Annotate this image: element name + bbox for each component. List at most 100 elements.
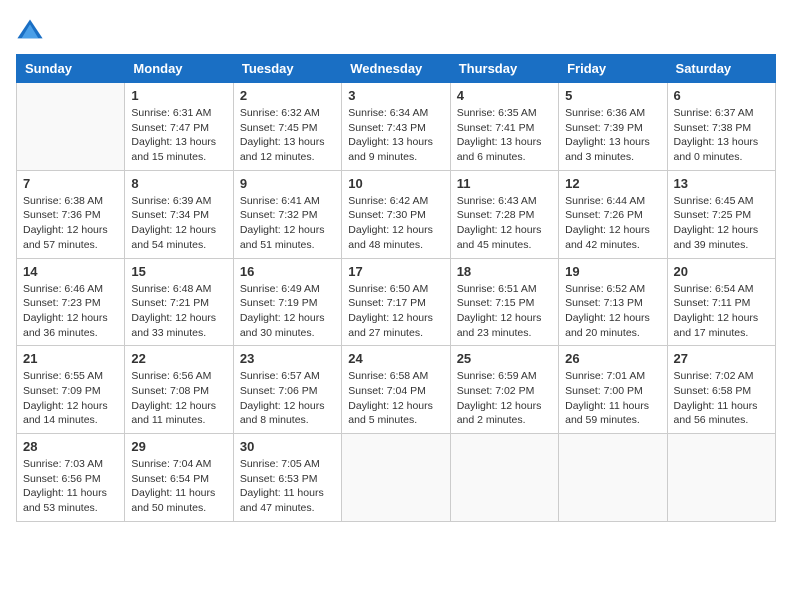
day-number: 14 [23, 264, 118, 279]
day-info: Sunrise: 7:01 AMSunset: 7:00 PMDaylight:… [565, 369, 660, 428]
calendar-cell: 9 Sunrise: 6:41 AMSunset: 7:32 PMDaylight… [233, 170, 341, 258]
calendar-cell: 13Sunrise: 6:45 AMSunset: 7:25 PMDayligh… [667, 170, 775, 258]
calendar-cell: 27 Sunrise: 7:02 AMSunset: 6:58 PMDayligh… [667, 346, 775, 434]
day-number: 18 [457, 264, 552, 279]
calendar-week-row: 14Sunrise: 6:46 AMSunset: 7:23 PMDayligh… [17, 258, 776, 346]
day-number: 24 [348, 351, 443, 366]
day-number: 2 [240, 88, 335, 103]
day-info: Sunrise: 6:35 AMSunset: 7:41 PMDaylight:… [457, 106, 552, 165]
calendar-cell [667, 434, 775, 522]
calendar-cell: 7 Sunrise: 6:38 AMSunset: 7:36 PMDaylight… [17, 170, 125, 258]
day-info: Sunrise: 6:48 AMSunset: 7:21 PMDaylight:… [131, 282, 226, 341]
day-number: 4 [457, 88, 552, 103]
calendar-cell [342, 434, 450, 522]
day-number: 11 [457, 176, 552, 191]
day-number: 17 [348, 264, 443, 279]
weekday-header: Tuesday [233, 55, 341, 83]
day-number: 3 [348, 88, 443, 103]
day-number: 16 [240, 264, 335, 279]
day-number: 25 [457, 351, 552, 366]
calendar-cell: 22 Sunrise: 6:56 AMSunset: 7:08 PMDayligh… [125, 346, 233, 434]
day-info: Sunrise: 6:56 AMSunset: 7:08 PMDaylight:… [131, 369, 226, 428]
calendar-cell: 28 Sunrise: 7:03 AMSunset: 6:56 PMDayligh… [17, 434, 125, 522]
day-info: Sunrise: 6:38 AMSunset: 7:36 PMDaylight:… [23, 194, 118, 253]
day-info: Sunrise: 6:52 AMSunset: 7:13 PMDaylight:… [565, 282, 660, 341]
day-info: Sunrise: 6:57 AMSunset: 7:06 PMDaylight:… [240, 369, 335, 428]
day-number: 29 [131, 439, 226, 454]
calendar-cell: 4 Sunrise: 6:35 AMSunset: 7:41 PMDaylight… [450, 83, 558, 171]
calendar-cell [17, 83, 125, 171]
calendar-cell: 11 Sunrise: 6:43 AMSunset: 7:28 PMDayligh… [450, 170, 558, 258]
day-number: 27 [674, 351, 769, 366]
calendar-cell: 30 Sunrise: 7:05 AMSunset: 6:53 PMDayligh… [233, 434, 341, 522]
calendar-week-row: 21 Sunrise: 6:55 AMSunset: 7:09 PMDayligh… [17, 346, 776, 434]
calendar-cell: 5Sunrise: 6:36 AMSunset: 7:39 PMDaylight… [559, 83, 667, 171]
day-number: 7 [23, 176, 118, 191]
day-info: Sunrise: 6:59 AMSunset: 7:02 PMDaylight:… [457, 369, 552, 428]
weekday-header: Sunday [17, 55, 125, 83]
logo-icon [16, 16, 44, 44]
calendar-cell: 16 Sunrise: 6:49 AMSunset: 7:19 PMDayligh… [233, 258, 341, 346]
weekday-header: Friday [559, 55, 667, 83]
day-number: 22 [131, 351, 226, 366]
day-number: 5 [565, 88, 660, 103]
calendar-header-row: SundayMondayTuesdayWednesdayThursdayFrid… [17, 55, 776, 83]
day-number: 12 [565, 176, 660, 191]
day-info: Sunrise: 6:50 AMSunset: 7:17 PMDaylight:… [348, 282, 443, 341]
day-info: Sunrise: 7:02 AMSunset: 6:58 PMDaylight:… [674, 369, 769, 428]
day-info: Sunrise: 7:03 AMSunset: 6:56 PMDaylight:… [23, 457, 118, 516]
day-info: Sunrise: 6:39 AMSunset: 7:34 PMDaylight:… [131, 194, 226, 253]
calendar-cell [450, 434, 558, 522]
calendar-cell: 25 Sunrise: 6:59 AMSunset: 7:02 PMDayligh… [450, 346, 558, 434]
day-info: Sunrise: 7:04 AMSunset: 6:54 PMDaylight:… [131, 457, 226, 516]
day-number: 8 [131, 176, 226, 191]
calendar-cell: 26 Sunrise: 7:01 AMSunset: 7:00 PMDayligh… [559, 346, 667, 434]
day-number: 28 [23, 439, 118, 454]
day-number: 1 [131, 88, 226, 103]
day-info: Sunrise: 6:41 AMSunset: 7:32 PMDaylight:… [240, 194, 335, 253]
day-number: 21 [23, 351, 118, 366]
calendar-cell: 15 Sunrise: 6:48 AMSunset: 7:21 PMDayligh… [125, 258, 233, 346]
calendar-cell: 20 Sunrise: 6:54 AMSunset: 7:11 PMDayligh… [667, 258, 775, 346]
weekday-header: Monday [125, 55, 233, 83]
day-info: Sunrise: 7:05 AMSunset: 6:53 PMDaylight:… [240, 457, 335, 516]
day-number: 30 [240, 439, 335, 454]
calendar-cell [559, 434, 667, 522]
day-info: Sunrise: 6:54 AMSunset: 7:11 PMDaylight:… [674, 282, 769, 341]
day-number: 26 [565, 351, 660, 366]
day-info: Sunrise: 6:32 AMSunset: 7:45 PMDaylight:… [240, 106, 335, 165]
day-number: 20 [674, 264, 769, 279]
calendar-cell: 24 Sunrise: 6:58 AMSunset: 7:04 PMDayligh… [342, 346, 450, 434]
day-info: Sunrise: 6:45 AMSunset: 7:25 PMDaylight:… [674, 194, 769, 253]
calendar-cell: 29 Sunrise: 7:04 AMSunset: 6:54 PMDayligh… [125, 434, 233, 522]
day-number: 6 [674, 88, 769, 103]
calendar-week-row: 7 Sunrise: 6:38 AMSunset: 7:36 PMDaylight… [17, 170, 776, 258]
weekday-header: Saturday [667, 55, 775, 83]
calendar-cell: 8 Sunrise: 6:39 AMSunset: 7:34 PMDaylight… [125, 170, 233, 258]
day-info: Sunrise: 6:43 AMSunset: 7:28 PMDaylight:… [457, 194, 552, 253]
day-number: 23 [240, 351, 335, 366]
day-info: Sunrise: 6:55 AMSunset: 7:09 PMDaylight:… [23, 369, 118, 428]
day-number: 9 [240, 176, 335, 191]
day-number: 15 [131, 264, 226, 279]
calendar-cell: 6 Sunrise: 6:37 AMSunset: 7:38 PMDaylight… [667, 83, 775, 171]
day-info: Sunrise: 6:49 AMSunset: 7:19 PMDaylight:… [240, 282, 335, 341]
calendar-week-row: 28 Sunrise: 7:03 AMSunset: 6:56 PMDayligh… [17, 434, 776, 522]
day-number: 19 [565, 264, 660, 279]
day-info: Sunrise: 6:58 AMSunset: 7:04 PMDaylight:… [348, 369, 443, 428]
calendar-cell: 1 Sunrise: 6:31 AMSunset: 7:47 PMDaylight… [125, 83, 233, 171]
day-info: Sunrise: 6:31 AMSunset: 7:47 PMDaylight:… [131, 106, 226, 165]
calendar-cell: 18Sunrise: 6:51 AMSunset: 7:15 PMDayligh… [450, 258, 558, 346]
day-info: Sunrise: 6:44 AMSunset: 7:26 PMDaylight:… [565, 194, 660, 253]
calendar-cell: 23 Sunrise: 6:57 AMSunset: 7:06 PMDayligh… [233, 346, 341, 434]
day-info: Sunrise: 6:37 AMSunset: 7:38 PMDaylight:… [674, 106, 769, 165]
calendar-cell: 21 Sunrise: 6:55 AMSunset: 7:09 PMDayligh… [17, 346, 125, 434]
calendar-cell: 10 Sunrise: 6:42 AMSunset: 7:30 PMDayligh… [342, 170, 450, 258]
logo [16, 16, 48, 44]
day-info: Sunrise: 6:42 AMSunset: 7:30 PMDaylight:… [348, 194, 443, 253]
calendar-cell: 19 Sunrise: 6:52 AMSunset: 7:13 PMDayligh… [559, 258, 667, 346]
calendar-cell: 12 Sunrise: 6:44 AMSunset: 7:26 PMDayligh… [559, 170, 667, 258]
calendar-week-row: 1 Sunrise: 6:31 AMSunset: 7:47 PMDaylight… [17, 83, 776, 171]
day-number: 10 [348, 176, 443, 191]
page-header [16, 16, 776, 44]
